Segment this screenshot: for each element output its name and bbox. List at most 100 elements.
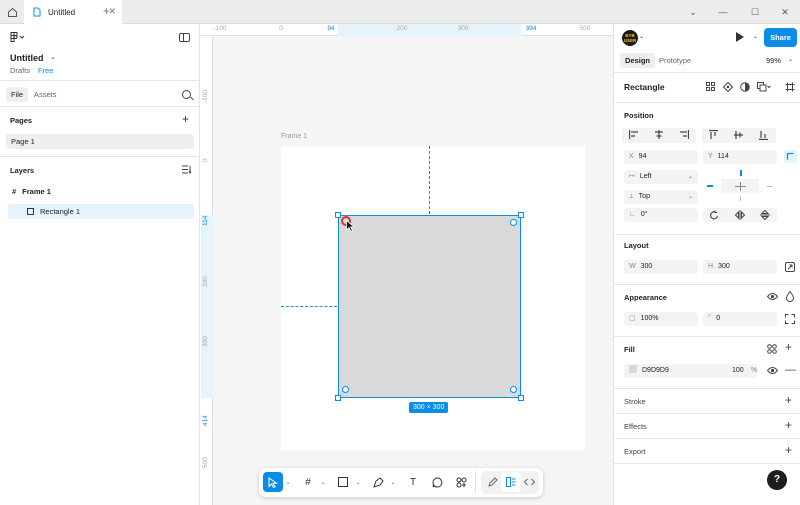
tab-design[interactable]: Design: [620, 53, 656, 68]
draw-mode-icon[interactable]: [483, 472, 503, 492]
add-export-icon[interactable]: +: [785, 443, 792, 457]
constraint-right-line[interactable]: [767, 186, 772, 187]
text-tool-icon[interactable]: T: [403, 472, 423, 492]
add-page-icon[interactable]: +: [182, 112, 189, 126]
constraint-left-line[interactable]: [707, 185, 713, 187]
move-tool-icon[interactable]: [263, 472, 283, 492]
height-field[interactable]: H 300: [703, 260, 777, 274]
pen-tool-chevron-icon[interactable]: ⌄: [389, 472, 397, 492]
rectangle-1[interactable]: [338, 215, 521, 398]
zoom-level[interactable]: 99%: [766, 53, 781, 68]
constraint-top-line[interactable]: [740, 170, 742, 176]
dev-mode-icon[interactable]: [519, 472, 539, 492]
align-middle-icon[interactable]: [734, 130, 743, 142]
mask-icon[interactable]: [740, 82, 750, 94]
blend-mode-drop-icon[interactable]: [785, 290, 795, 304]
resize-handle-bottom-left[interactable]: [335, 395, 341, 401]
vertical-constraint-select[interactable]: ⟂ Top ⌄: [624, 190, 698, 204]
tabs-dropdown-icon[interactable]: ⌄: [678, 0, 708, 24]
flip-horizontal-icon[interactable]: [734, 210, 746, 222]
add-effect-icon[interactable]: +: [785, 418, 792, 432]
constraints-toggle-icon[interactable]: [784, 150, 797, 163]
drafts-label[interactable]: Drafts: [10, 66, 30, 75]
create-component-icon[interactable]: [722, 81, 734, 94]
independent-corners-icon[interactable]: [785, 314, 795, 326]
minimize-icon[interactable]: —: [708, 0, 738, 24]
corner-radius-handle[interactable]: [510, 219, 517, 226]
design-mode-icon[interactable]: [501, 472, 521, 492]
layer-frame-1[interactable]: # Frame 1: [6, 184, 194, 199]
align-left-icon[interactable]: [628, 130, 639, 141]
fill-visibility-eye-icon[interactable]: [766, 366, 779, 377]
tab-assets[interactable]: Assets: [34, 87, 57, 102]
y-position-field[interactable]: Y 114: [703, 150, 777, 164]
sidebar-toggle-icon[interactable]: [179, 33, 190, 42]
visibility-eye-icon[interactable]: [766, 292, 779, 303]
fill-color-field[interactable]: D9D9D9 100 %: [624, 364, 757, 378]
opacity-value: 100%: [640, 315, 659, 322]
align-right-icon[interactable]: [679, 130, 690, 141]
resize-handle-top-right[interactable]: [518, 212, 524, 218]
tab-file[interactable]: File: [6, 87, 29, 102]
constraint-center-h[interactable]: [735, 186, 746, 187]
layer-rectangle-1[interactable]: Rectangle 1: [8, 204, 194, 219]
align-top-icon[interactable]: [709, 129, 718, 142]
horizontal-constraint-value: Left: [639, 173, 652, 180]
help-button[interactable]: ?: [767, 470, 787, 490]
frame-label[interactable]: Frame 1: [281, 133, 307, 140]
constraint-bottom-line[interactable]: [740, 196, 741, 201]
component-grid-icon[interactable]: [706, 82, 715, 93]
corner-radius-field[interactable]: ⌜ 0: [703, 312, 777, 326]
boolean-ops-icon[interactable]: [757, 82, 771, 94]
add-fill-icon[interactable]: +: [785, 340, 792, 354]
width-field[interactable]: W 300: [624, 260, 698, 274]
shape-tool-chevron-icon[interactable]: ⌄: [354, 472, 362, 492]
add-stroke-icon[interactable]: +: [785, 393, 792, 407]
resize-handle-top-left[interactable]: [335, 212, 341, 218]
avatar[interactable]: BYB USER: [622, 30, 638, 46]
file-title[interactable]: Untitled: [10, 53, 44, 63]
remove-fill-icon[interactable]: —: [785, 364, 796, 376]
canvas[interactable]: -100 0 94 200 300 394 500 -100 0 114 200…: [201, 24, 613, 505]
corner-radius-handle[interactable]: [342, 386, 349, 393]
opacity-field[interactable]: ▢ 100%: [624, 312, 698, 326]
frame-tool-icon[interactable]: #: [298, 472, 318, 492]
lock-aspect-ratio-icon[interactable]: [785, 262, 795, 274]
rectangle-tool-icon[interactable]: [333, 472, 353, 492]
align-bottom-icon[interactable]: [759, 130, 768, 142]
styles-grid-icon[interactable]: [767, 344, 777, 356]
maximize-icon[interactable]: ☐: [740, 0, 770, 24]
horizontal-constraint-select[interactable]: ↦ Left ⌄: [624, 170, 698, 184]
avatar-chevron-icon[interactable]: ⌄: [639, 33, 644, 40]
home-icon[interactable]: [4, 4, 20, 20]
fill-swatch[interactable]: [629, 365, 637, 374]
page-item[interactable]: Page 1: [6, 134, 194, 149]
zoom-chevron-icon[interactable]: ⌄: [788, 56, 793, 63]
move-tool-chevron-icon[interactable]: ⌄: [284, 472, 292, 492]
tab-prototype[interactable]: Prototype: [659, 53, 691, 68]
rotation-field[interactable]: ∟ 0°: [624, 208, 698, 222]
file-menu-chevron-icon[interactable]: ⌄: [50, 53, 56, 61]
new-tab-icon[interactable]: +: [103, 4, 110, 18]
actions-tool-icon[interactable]: [451, 472, 471, 492]
search-icon[interactable]: [182, 90, 191, 99]
comment-tool-icon[interactable]: [427, 472, 447, 492]
flip-vertical-icon[interactable]: [760, 209, 770, 222]
corner-radius-handle[interactable]: [510, 386, 517, 393]
resize-handle-bottom-right[interactable]: [518, 395, 524, 401]
x-position-field[interactable]: X 94: [624, 150, 698, 164]
present-play-icon[interactable]: [736, 32, 744, 42]
layers-list-icon[interactable]: [182, 165, 192, 176]
main-menu-icon[interactable]: [10, 32, 26, 45]
pen-tool-icon[interactable]: [368, 472, 388, 492]
layers-heading: Layers: [10, 166, 35, 175]
present-chevron-icon[interactable]: ⌄: [753, 33, 758, 40]
rotate-90-icon[interactable]: [710, 210, 719, 222]
frame-tool-chevron-icon[interactable]: ⌄: [319, 472, 327, 492]
window-close-icon[interactable]: ✕: [770, 0, 800, 24]
constraint-widget[interactable]: [707, 170, 773, 202]
align-center-h-icon[interactable]: [654, 130, 664, 141]
resize-to-fit-icon[interactable]: [785, 82, 795, 94]
plan-badge[interactable]: Free: [38, 66, 53, 75]
share-button[interactable]: Share: [764, 28, 797, 47]
